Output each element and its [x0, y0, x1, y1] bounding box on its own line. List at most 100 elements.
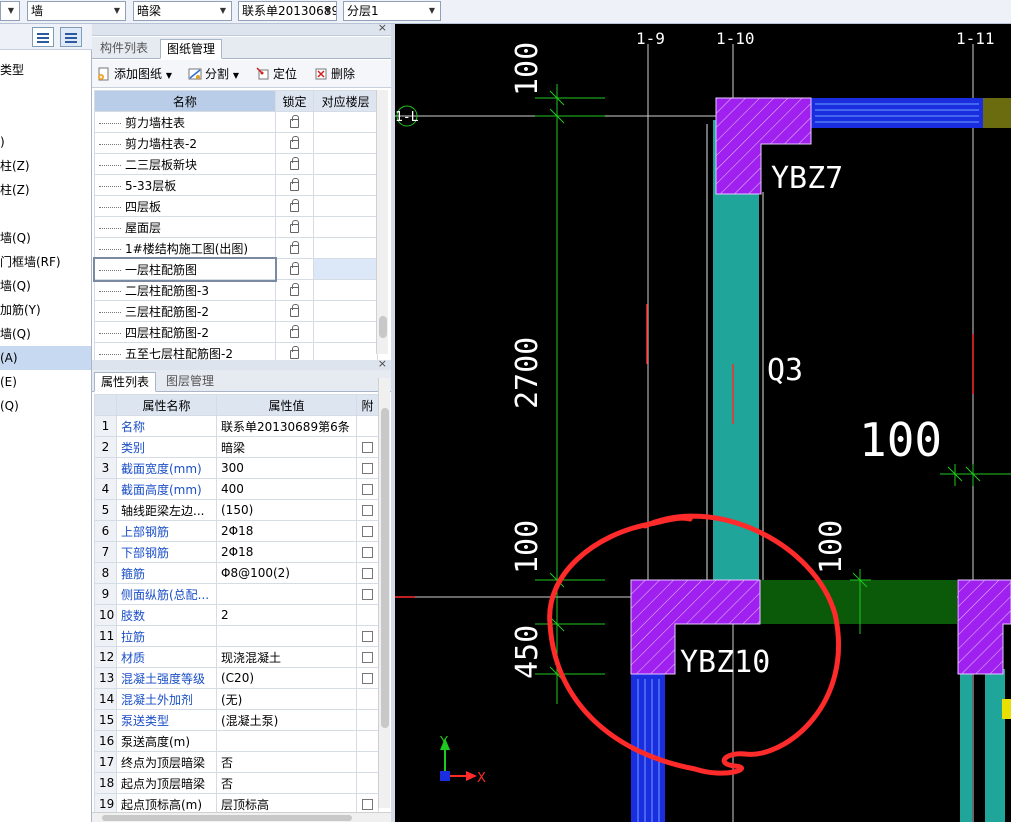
drawing-row[interactable]: 一层柱配筋图 — [92, 256, 378, 282]
property-value[interactable]: 2 — [216, 604, 357, 626]
attach-checkbox[interactable] — [362, 652, 373, 663]
floor-cell[interactable] — [313, 216, 378, 238]
green-beam[interactable] — [757, 580, 957, 624]
attach-cell[interactable] — [356, 520, 379, 542]
drawing-name-cell[interactable]: 屋面层 — [94, 216, 276, 238]
property-row[interactable]: 7 下部钢筋 2Φ18 — [94, 541, 379, 563]
lock-icon[interactable] — [290, 304, 299, 317]
attach-checkbox[interactable] — [362, 526, 373, 537]
lock-cell[interactable] — [274, 300, 315, 322]
property-row[interactable]: 6 上部钢筋 2Φ18 — [94, 520, 379, 542]
attach-checkbox[interactable] — [362, 547, 373, 558]
property-row[interactable]: 16 泵送高度(m) — [94, 730, 379, 752]
property-value[interactable]: 2Φ18 — [216, 541, 357, 563]
property-row[interactable]: 3 截面宽度(mm) 300 — [94, 457, 379, 479]
property-row[interactable]: 15 泵送类型 (混凝土泵) — [94, 709, 379, 731]
property-row[interactable]: 2 类别 暗梁 — [94, 436, 379, 458]
lock-icon[interactable] — [290, 157, 299, 170]
col-header-attach[interactable]: 附 — [356, 394, 379, 416]
attach-checkbox[interactable] — [362, 631, 373, 642]
drawing-name-cell[interactable]: 四层板 — [94, 195, 276, 217]
tab-component-list[interactable]: 构件列表 — [94, 39, 154, 59]
property-value[interactable] — [216, 583, 357, 605]
property-table-scrollbar[interactable] — [378, 378, 390, 808]
property-value[interactable]: 300 — [216, 457, 357, 479]
component-type-combo[interactable]: 墙 ▼ — [27, 1, 126, 21]
col-header-name[interactable]: 名称 — [94, 90, 276, 112]
drawing-name-cell[interactable]: 三层柱配筋图-2 — [94, 300, 276, 322]
drawing-name-cell[interactable]: 剪力墙柱表-2 — [94, 132, 276, 154]
tree-item[interactable]: 墙(Q) — [0, 226, 91, 250]
floor-cell[interactable] — [313, 300, 378, 322]
tree-item[interactable]: (E) — [0, 370, 91, 394]
property-value[interactable]: 否 — [216, 751, 357, 773]
col-header-prop-value[interactable]: 属性值 — [216, 394, 357, 416]
property-row[interactable]: 11 拉筋 — [94, 625, 379, 647]
col-header-floor[interactable]: 对应楼层 — [313, 90, 378, 112]
property-value[interactable]: (150) — [216, 499, 357, 521]
tree-item[interactable]: ) — [0, 130, 91, 154]
cad-drawing[interactable]: 1-9 1-10 1-11 1-L 100 2700 100 450 100 1… — [395, 24, 1011, 822]
property-value[interactable] — [216, 625, 357, 647]
property-row[interactable]: 1 名称 联系单20130689第6条 — [94, 415, 379, 437]
property-row[interactable]: 10 肢数 2 — [94, 604, 379, 626]
property-value[interactable]: 2Φ18 — [216, 520, 357, 542]
tree-item[interactable]: (Q) — [0, 394, 91, 418]
property-row[interactable]: 13 混凝土强度等级 (C20) — [94, 667, 379, 689]
drawing-row[interactable]: 二三层板新块 — [94, 153, 378, 175]
property-table-hscrollbar[interactable] — [92, 812, 391, 822]
close-icon[interactable]: × — [378, 21, 387, 34]
lock-icon[interactable] — [290, 178, 299, 191]
tree-item[interactable]: 门框墙(RF) — [0, 250, 91, 274]
attach-cell[interactable] — [356, 478, 379, 500]
drawing-name-cell[interactable]: 二层柱配筋图-3 — [94, 279, 276, 301]
drawing-name-cell[interactable]: 四层柱配筋图-2 — [94, 321, 276, 343]
tree-item[interactable]: (A) — [0, 346, 91, 370]
attach-cell[interactable] — [356, 562, 379, 584]
lock-icon[interactable] — [290, 199, 299, 212]
attach-checkbox[interactable] — [362, 442, 373, 453]
tree-item[interactable]: 墙(Q) — [0, 274, 91, 298]
combo-1[interactable]: ▼ — [0, 1, 20, 21]
property-row[interactable]: 18 起点为顶层暗梁否 — [94, 772, 379, 794]
tree-item[interactable]: 柱(Z) — [0, 178, 91, 202]
lock-icon[interactable] — [290, 241, 299, 254]
attach-cell[interactable] — [356, 583, 379, 605]
drawing-row[interactable]: 5-33层板 — [94, 174, 378, 196]
attach-cell[interactable] — [356, 499, 379, 521]
cad-canvas[interactable]: 1-9 1-10 1-11 1-L 100 2700 100 450 100 1… — [395, 24, 1011, 822]
drawing-name-cell[interactable]: 二三层板新块 — [94, 153, 276, 175]
attach-checkbox[interactable] — [362, 484, 373, 495]
lock-cell[interactable] — [274, 216, 315, 238]
property-value[interactable]: (无) — [216, 688, 357, 710]
property-row[interactable]: 4 截面高度(mm) 400 — [94, 478, 379, 500]
property-value[interactable]: (C20) — [216, 667, 357, 689]
lock-icon[interactable] — [290, 262, 299, 275]
detail-view-button[interactable] — [60, 27, 82, 47]
drawing-row[interactable]: 剪力墙柱表 — [94, 111, 378, 133]
floor-cell[interactable] — [313, 237, 378, 259]
drawing-name-cell[interactable]: 5-33层板 — [94, 174, 276, 196]
lock-icon[interactable] — [290, 325, 299, 338]
lock-cell[interactable] — [274, 258, 315, 280]
property-row[interactable]: 12 材质 现浇混凝土 — [94, 646, 379, 668]
property-row[interactable]: 14 混凝土外加剂 (无) — [94, 688, 379, 710]
property-row[interactable]: 8 箍筋 Φ8@100(2) — [94, 562, 379, 584]
attach-cell[interactable] — [356, 541, 379, 563]
drawing-name-cell[interactable]: 剪力墙柱表 — [94, 111, 276, 133]
floor-cell[interactable] — [313, 132, 378, 154]
drawing-row[interactable]: 剪力墙柱表-2 — [94, 132, 378, 154]
attach-checkbox[interactable] — [362, 505, 373, 516]
lock-cell[interactable] — [274, 321, 315, 343]
lock-cell[interactable] — [274, 279, 315, 301]
property-row[interactable]: 5 轴线距梁左边... (150) — [94, 499, 379, 521]
drawing-row[interactable]: 二层柱配筋图-3 — [94, 279, 378, 301]
tab-property-list[interactable]: 属性列表 — [94, 372, 157, 392]
component-sub-combo[interactable]: 暗梁 ▼ — [133, 1, 232, 21]
property-row[interactable]: 9 侧面纵筋(总配... — [94, 583, 379, 605]
olive-beam[interactable] — [983, 98, 1011, 128]
drawing-row[interactable]: 屋面层 — [94, 216, 378, 238]
drawing-row[interactable]: 四层柱配筋图-2 — [94, 321, 378, 343]
lock-cell[interactable] — [274, 195, 315, 217]
attach-checkbox[interactable] — [362, 799, 373, 810]
